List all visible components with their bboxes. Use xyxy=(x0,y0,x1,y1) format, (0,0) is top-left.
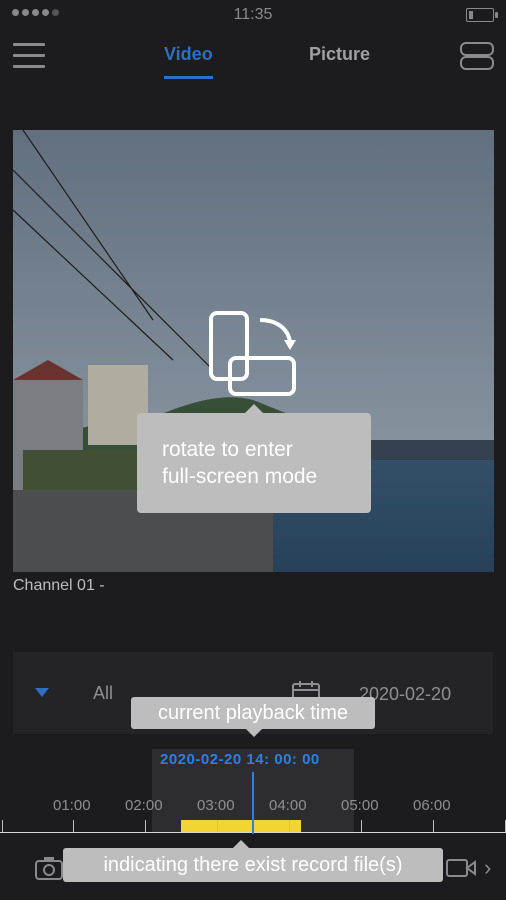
camera-icon[interactable] xyxy=(34,855,64,881)
timeline-tick xyxy=(217,820,218,832)
tab-picture[interactable]: Picture xyxy=(309,44,370,65)
record-type-select[interactable]: All xyxy=(93,683,113,704)
timeline-tick xyxy=(145,820,146,832)
battery-icon xyxy=(466,8,498,22)
tick-label: 01:00 xyxy=(53,797,91,814)
top-navigation: Video Picture xyxy=(0,30,506,88)
timeline-tick xyxy=(289,820,290,832)
status-bar: 11:35 xyxy=(0,0,506,30)
hamburger-menu-icon[interactable] xyxy=(13,43,45,69)
current-time-tooltip: current playback time xyxy=(131,697,375,737)
dropdown-caret-icon[interactable] xyxy=(35,688,49,697)
rotate-tooltip: rotate to enter full-screen mode xyxy=(137,404,371,513)
tick-label: 05:00 xyxy=(341,797,379,814)
tick-label: 06:00 xyxy=(413,797,451,814)
tick-label: 04:00 xyxy=(269,797,307,814)
record-files-tooltip: indicating there exist record file(s) xyxy=(63,840,443,882)
status-time: 11:35 xyxy=(233,6,273,23)
tick-label: 02:00 xyxy=(125,797,163,814)
timeline-tick xyxy=(2,820,3,832)
channel-label: Channel 01 - xyxy=(13,577,105,594)
video-camera-icon[interactable] xyxy=(445,856,477,880)
timeline-tick xyxy=(73,820,74,832)
toggle-icon[interactable] xyxy=(460,42,494,72)
timeline-tick xyxy=(433,820,434,832)
tab-video[interactable]: Video xyxy=(164,44,213,79)
current-playback-time: 2020-02-20 14: 00: 00 xyxy=(160,751,320,768)
rotate-device-icon xyxy=(209,311,296,396)
timeline-tick xyxy=(361,820,362,832)
chevron-right-icon[interactable]: › xyxy=(484,855,491,881)
record-file-bar[interactable] xyxy=(181,820,301,832)
playhead-marker[interactable] xyxy=(252,772,254,834)
tick-label: 03:00 xyxy=(197,797,235,814)
